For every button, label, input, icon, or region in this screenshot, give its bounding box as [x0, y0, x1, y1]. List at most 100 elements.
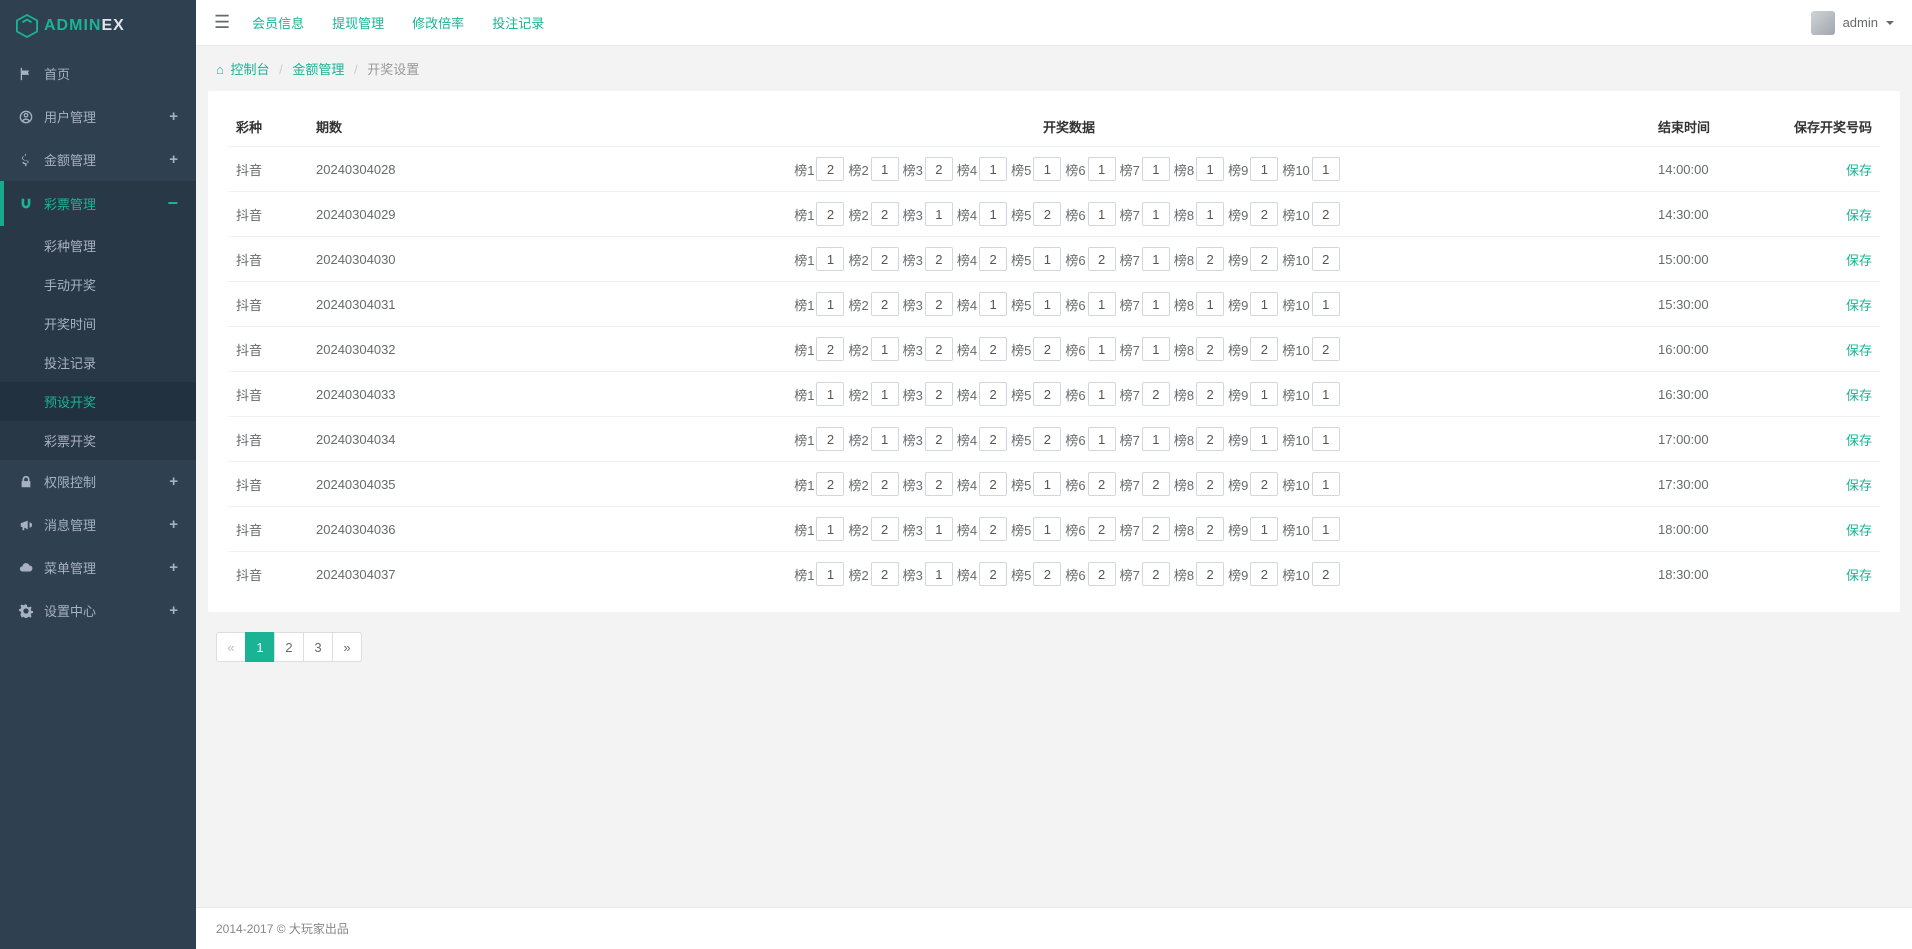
rank-input[interactable]	[1312, 472, 1340, 496]
sidebar-item[interactable]: 消息管理+	[0, 503, 196, 546]
rank-input[interactable]	[1142, 472, 1170, 496]
rank-input[interactable]	[1088, 382, 1116, 406]
top-tab[interactable]: 提现管理	[330, 7, 386, 38]
rank-input[interactable]	[1088, 517, 1116, 541]
rank-input[interactable]	[871, 472, 899, 496]
top-tab[interactable]: 会员信息	[250, 7, 306, 38]
rank-input[interactable]	[979, 157, 1007, 181]
rank-input[interactable]	[871, 202, 899, 226]
rank-input[interactable]	[979, 292, 1007, 316]
rank-input[interactable]	[925, 382, 953, 406]
rank-input[interactable]	[925, 292, 953, 316]
rank-input[interactable]	[816, 562, 844, 586]
rank-input[interactable]	[1312, 202, 1340, 226]
rank-input[interactable]	[1196, 157, 1224, 181]
rank-input[interactable]	[1088, 247, 1116, 271]
rank-input[interactable]	[1250, 562, 1278, 586]
rank-input[interactable]	[1142, 202, 1170, 226]
sidebar-item[interactable]: 设置中心+	[0, 589, 196, 632]
rank-input[interactable]	[925, 202, 953, 226]
rank-input[interactable]	[1196, 292, 1224, 316]
rank-input[interactable]	[1142, 517, 1170, 541]
save-button[interactable]: 保存	[1846, 163, 1872, 178]
rank-input[interactable]	[1312, 292, 1340, 316]
sidebar-item[interactable]: 首页	[0, 52, 196, 95]
rank-input[interactable]	[1196, 562, 1224, 586]
rank-input[interactable]	[1033, 562, 1061, 586]
save-button[interactable]: 保存	[1846, 343, 1872, 358]
rank-input[interactable]	[1142, 292, 1170, 316]
rank-input[interactable]	[1033, 247, 1061, 271]
save-button[interactable]: 保存	[1846, 388, 1872, 403]
rank-input[interactable]	[1312, 247, 1340, 271]
save-button[interactable]: 保存	[1846, 208, 1872, 223]
rank-input[interactable]	[1142, 562, 1170, 586]
rank-input[interactable]	[979, 202, 1007, 226]
rank-input[interactable]	[1312, 427, 1340, 451]
rank-input[interactable]	[871, 337, 899, 361]
sidebar-item[interactable]: 彩票管理−	[0, 181, 196, 226]
rank-input[interactable]	[1033, 157, 1061, 181]
rank-input[interactable]	[1088, 202, 1116, 226]
rank-input[interactable]	[1088, 337, 1116, 361]
save-button[interactable]: 保存	[1846, 478, 1872, 493]
sidebar-item[interactable]: 用户管理+	[0, 95, 196, 138]
rank-input[interactable]	[816, 292, 844, 316]
rank-input[interactable]	[816, 427, 844, 451]
rank-input[interactable]	[979, 337, 1007, 361]
rank-input[interactable]	[816, 382, 844, 406]
rank-input[interactable]	[1250, 517, 1278, 541]
rank-input[interactable]	[925, 337, 953, 361]
rank-input[interactable]	[979, 562, 1007, 586]
rank-input[interactable]	[1088, 292, 1116, 316]
sidebar-subitem[interactable]: 彩种管理	[0, 226, 196, 265]
rank-input[interactable]	[1196, 517, 1224, 541]
rank-input[interactable]	[871, 292, 899, 316]
rank-input[interactable]	[1196, 337, 1224, 361]
rank-input[interactable]	[1088, 562, 1116, 586]
sidebar-subitem[interactable]: 彩票开奖	[0, 421, 196, 460]
rank-input[interactable]	[1250, 292, 1278, 316]
rank-input[interactable]	[816, 517, 844, 541]
rank-input[interactable]	[1196, 427, 1224, 451]
save-button[interactable]: 保存	[1846, 298, 1872, 313]
rank-input[interactable]	[1250, 472, 1278, 496]
sidebar-item[interactable]: 菜单管理+	[0, 546, 196, 589]
rank-input[interactable]	[1088, 157, 1116, 181]
rank-input[interactable]	[925, 247, 953, 271]
rank-input[interactable]	[816, 157, 844, 181]
rank-input[interactable]	[1196, 472, 1224, 496]
sidebar-subitem[interactable]: 开奖时间	[0, 304, 196, 343]
rank-input[interactable]	[1250, 337, 1278, 361]
rank-input[interactable]	[1088, 472, 1116, 496]
sidebar-item[interactable]: 金额管理+	[0, 138, 196, 181]
rank-input[interactable]	[1033, 202, 1061, 226]
rank-input[interactable]	[979, 472, 1007, 496]
rank-input[interactable]	[1088, 427, 1116, 451]
top-tab[interactable]: 投注记录	[490, 7, 546, 38]
rank-input[interactable]	[925, 427, 953, 451]
rank-input[interactable]	[1033, 427, 1061, 451]
rank-input[interactable]	[1250, 427, 1278, 451]
save-button[interactable]: 保存	[1846, 253, 1872, 268]
rank-input[interactable]	[871, 247, 899, 271]
rank-input[interactable]	[1196, 382, 1224, 406]
page-number[interactable]: 1	[245, 632, 275, 662]
rank-input[interactable]	[871, 157, 899, 181]
rank-input[interactable]	[1142, 337, 1170, 361]
rank-input[interactable]	[1033, 517, 1061, 541]
rank-input[interactable]	[1312, 517, 1340, 541]
rank-input[interactable]	[871, 382, 899, 406]
rank-input[interactable]	[1250, 157, 1278, 181]
rank-input[interactable]	[979, 382, 1007, 406]
rank-input[interactable]	[871, 517, 899, 541]
page-next[interactable]: »	[332, 632, 362, 662]
rank-input[interactable]	[979, 427, 1007, 451]
rank-input[interactable]	[871, 427, 899, 451]
rank-input[interactable]	[871, 562, 899, 586]
rank-input[interactable]	[816, 337, 844, 361]
page-number[interactable]: 2	[274, 632, 304, 662]
rank-input[interactable]	[1196, 247, 1224, 271]
rank-input[interactable]	[1033, 472, 1061, 496]
rank-input[interactable]	[1142, 157, 1170, 181]
